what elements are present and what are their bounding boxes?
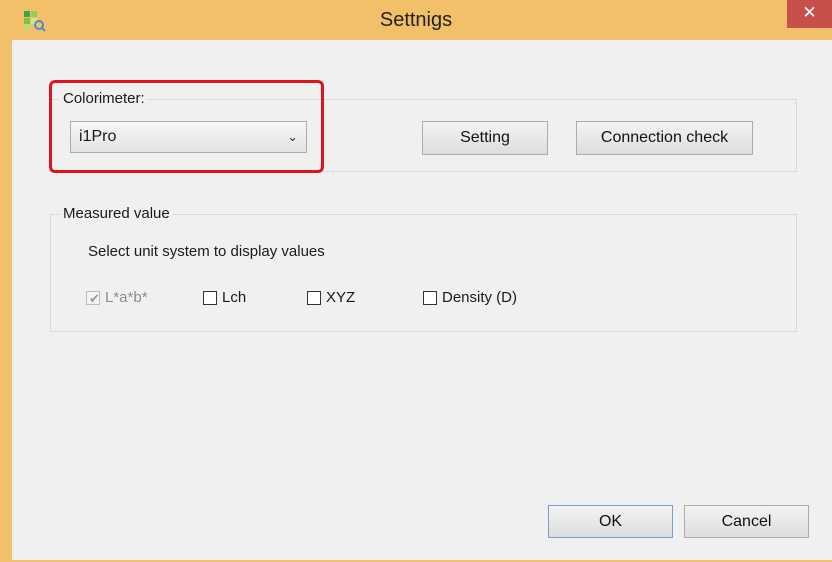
checkbox-lch-box[interactable] <box>203 291 217 305</box>
checkbox-lab-label: L*a*b* <box>105 289 148 306</box>
checkbox-lch-label: Lch <box>222 289 247 306</box>
window-title: Settnigs <box>379 9 453 31</box>
cancel-button[interactable]: Cancel <box>684 505 809 538</box>
title-bar[interactable]: Settnigs ✕ <box>0 0 832 40</box>
checkbox-lab[interactable]: ✔ L*a*b* <box>86 287 148 309</box>
measured-value-label: Measured value <box>60 205 173 223</box>
unit-system-instruction: Select unit system to display values <box>88 243 325 260</box>
settings-window: Settnigs ✕ Colorimeter: i1Pro ⌄ Setting … <box>0 0 832 562</box>
close-icon: ✕ <box>802 3 817 22</box>
checkbox-xyz[interactable]: XYZ <box>307 287 355 309</box>
connection-check-button[interactable]: Connection check <box>576 121 753 155</box>
ok-button[interactable]: OK <box>548 505 673 538</box>
checkbox-lab-box[interactable]: ✔ <box>86 291 100 306</box>
checkbox-density[interactable]: Density (D) <box>423 287 517 309</box>
checkbox-xyz-box[interactable] <box>307 291 321 305</box>
checkbox-density-label: Density (D) <box>442 289 518 306</box>
close-button[interactable]: ✕ <box>787 0 832 28</box>
measured-value-group <box>50 214 797 332</box>
checkbox-density-box[interactable] <box>423 291 437 305</box>
checkbox-xyz-label: XYZ <box>326 289 356 306</box>
checkbox-lch[interactable]: Lch <box>203 287 246 309</box>
highlight-annotation <box>49 80 324 173</box>
check-icon: ✔ <box>89 291 100 306</box>
setting-button[interactable]: Setting <box>422 121 548 155</box>
